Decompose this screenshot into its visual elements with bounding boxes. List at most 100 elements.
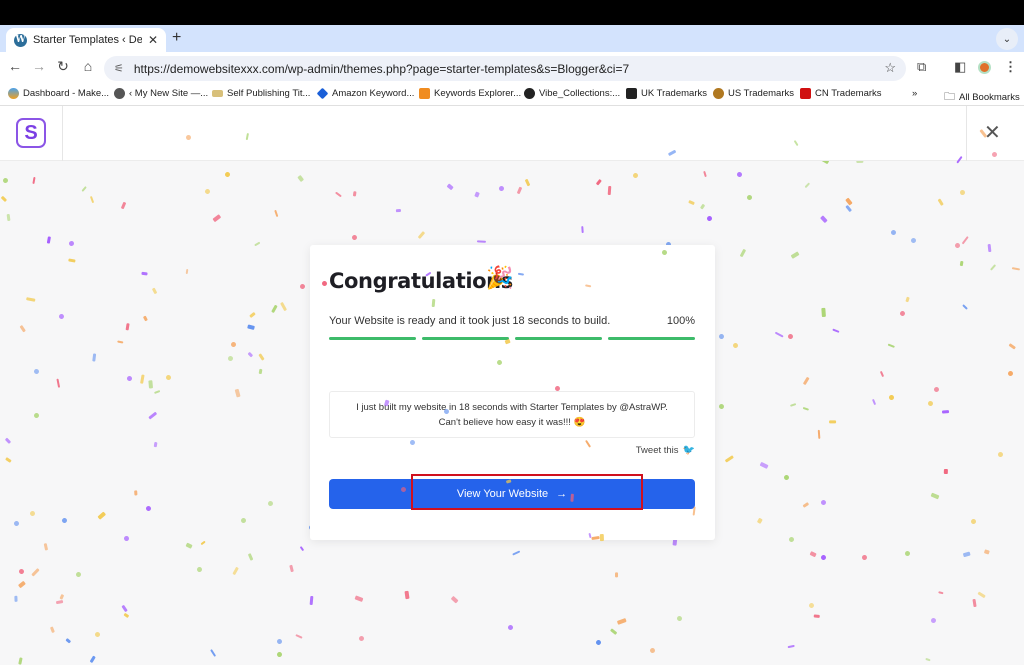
confetti-piece [212,213,222,223]
tab-search-button[interactable]: ⌄ [996,28,1018,50]
confetti-piece [334,191,342,198]
confetti-piece [18,657,24,665]
confetti-piece [759,462,769,470]
confetti-piece [450,595,459,603]
confetti-piece [253,241,261,247]
confetti-piece [706,215,713,222]
confetti-piece [804,181,811,188]
bookmark-item[interactable]: Dashboard - Make... [8,88,109,99]
confetti-piece [724,456,734,464]
confetti-piece [820,554,828,562]
confetti-piece [321,280,328,286]
confetti-piece [297,174,304,182]
extensions-icon[interactable]: ⧉ [917,59,926,75]
confetti-piece [58,593,65,600]
confetti-piece [925,657,932,662]
confetti-piece [185,269,189,275]
confetti-piece [631,171,639,179]
confetti-piece [185,542,193,549]
bookmark-item[interactable]: UK Trademarks [626,88,707,99]
profile-avatar[interactable] [978,61,991,74]
confetti-piece [746,193,754,201]
site-info-icon[interactable]: ⚟ [114,62,124,75]
confetti-piece [154,389,161,394]
forward-icon[interactable]: → [29,58,49,74]
confetti-piece [89,196,95,204]
folder-icon: 🗀 [944,91,955,103]
bookmark-item[interactable]: Keywords Explorer... [419,88,521,99]
confetti-piece [97,512,106,520]
confetti-piece [139,374,145,384]
progress-segment-fill [422,337,509,340]
bookmark-label: UK Trademarks [641,88,707,99]
confetti-piece [1008,343,1017,350]
url-text: https://demowebsitexxx.com/wp-admin/them… [133,61,630,76]
browser-tab[interactable]: W Starter Templates ‹ Demo We ✕ [6,28,166,52]
bookmark-item[interactable]: Amazon Keyword... [316,87,415,100]
confetti-piece [961,235,969,245]
confetti-piece [273,210,279,218]
bookmark-item[interactable]: CN Trademarks [800,88,882,99]
side-panel-icon[interactable]: ◧ [954,59,966,75]
all-bookmarks-button[interactable]: 🗀 All Bookmarks [944,88,1020,107]
confetti-piece [395,208,401,213]
bookmark-item[interactable]: US Trademarks [713,88,794,99]
confetti-piece [247,552,254,561]
progress-segment [608,337,695,340]
back-icon[interactable]: ← [5,58,25,74]
confetti-piece [832,328,841,334]
bookmark-label: Dashboard - Make... [23,88,110,99]
confetti-piece [153,441,158,447]
tweet-text-line: Can't believe how easy it was!!! 😍 [438,417,586,428]
new-tab-button[interactable]: + [172,29,181,47]
confetti-piece [735,170,743,178]
confetti-piece [249,312,257,319]
confetti-piece [33,412,41,420]
confetti-piece [166,374,172,381]
confetti-piece [961,304,968,310]
confetti-piece [123,535,130,541]
confetti-piece [676,615,683,622]
confetti-piece [299,283,307,290]
bookmarks-overflow-button[interactable]: » [912,88,917,99]
confetti-piece [431,298,435,307]
confetti-piece [89,655,96,663]
confetti-piece [959,189,965,195]
tab-close-icon[interactable]: ✕ [148,33,158,47]
home-icon[interactable]: ⌂ [78,58,98,74]
confetti-piece [820,499,827,506]
confetti-piece [26,297,36,302]
confetti-piece [829,419,837,423]
menu-icon[interactable]: ⋮ [1004,59,1017,75]
tweet-this-link[interactable]: Tweet this 🐦 [636,445,695,456]
confetti-piece [56,600,64,605]
starter-templates-logo[interactable]: S [16,118,46,148]
bookmark-star-icon[interactable]: ☆ [884,60,896,76]
confetti-piece [970,518,977,525]
progress-segment [422,337,509,340]
screen-top-bar [0,0,1024,25]
address-bar[interactable]: ⚟ https://demowebsitexxx.com/wp-admin/th… [104,56,906,81]
confetti-piece [247,351,254,358]
bookmark-item[interactable]: Self Publishing Tit... [212,88,310,99]
confetti-piece [473,191,480,198]
view-website-button[interactable]: View Your Website → [329,479,695,509]
confetti-piece [789,403,796,408]
confetti-piece [204,188,211,195]
close-icon[interactable]: ✕ [984,120,1001,145]
confetti-piece [959,261,964,267]
confetti-piece [717,402,725,410]
confetti-piece [802,501,810,508]
tab-strip: W Starter Templates ‹ Demo We ✕ + ⌄ [0,25,1024,52]
bookmark-item[interactable]: ‹ My New Site —... [114,88,208,99]
header-divider [62,106,63,161]
confetti-piece [511,550,521,557]
reload-icon[interactable]: ↻ [53,58,73,75]
bookmark-label: Amazon Keyword... [332,88,415,99]
bookmark-item[interactable]: Vibe_Collections:... [524,88,620,99]
confetti-piece [880,371,885,378]
confetti-piece [227,355,235,362]
confetti-piece [209,649,216,657]
confetti-piece [247,325,255,331]
tab-title: Starter Templates ‹ Demo We [33,34,142,46]
